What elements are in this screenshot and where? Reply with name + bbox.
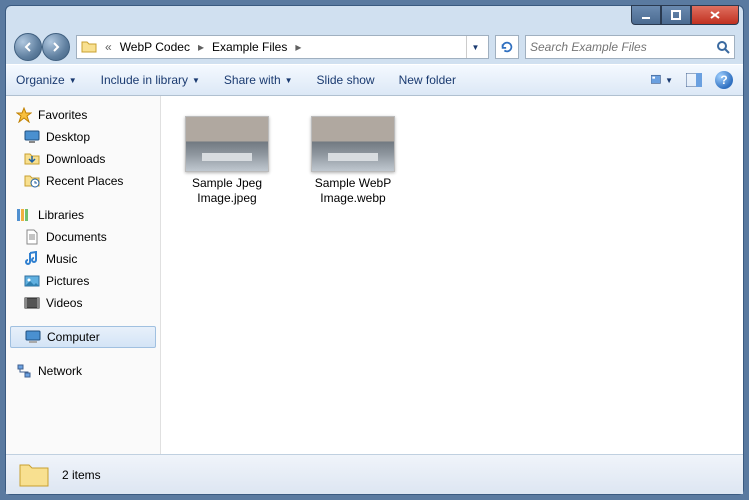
desktop-icon: [24, 129, 40, 145]
folder-icon: [18, 461, 50, 489]
downloads-icon: [24, 151, 40, 167]
music-icon: [24, 251, 40, 267]
network-icon: [16, 363, 32, 379]
include-library-menu[interactable]: Include in library▼: [101, 73, 200, 87]
details-pane: 2 items: [6, 454, 743, 494]
computer-icon: [25, 329, 41, 345]
sidebar-desktop[interactable]: Desktop: [6, 126, 160, 148]
preview-pane-button[interactable]: [683, 69, 705, 91]
address-dropdown[interactable]: ▼: [466, 36, 484, 58]
nav-buttons: [14, 33, 70, 61]
sidebar-music[interactable]: Music: [6, 248, 160, 270]
explorer-window: « WebP Codec ▸ Example Files ▸ ▼ Organiz…: [5, 5, 744, 495]
sidebar-network[interactable]: Network: [6, 360, 160, 382]
close-button[interactable]: [691, 5, 739, 25]
organize-menu[interactable]: Organize▼: [16, 73, 77, 87]
sidebar-computer[interactable]: Computer: [10, 326, 156, 348]
new-folder-button[interactable]: New folder: [399, 73, 456, 87]
refresh-button[interactable]: [495, 35, 519, 59]
thumbnail-image: [185, 116, 269, 172]
title-bar[interactable]: [6, 6, 743, 30]
item-count: 2 items: [62, 468, 101, 482]
window-controls: [631, 5, 739, 25]
address-bar[interactable]: « WebP Codec ▸ Example Files ▸ ▼: [76, 35, 489, 59]
sidebar-documents[interactable]: Documents: [6, 226, 160, 248]
recent-icon: [24, 173, 40, 189]
search-box[interactable]: [525, 35, 735, 59]
sidebar-favorites-header[interactable]: Favorites: [6, 104, 160, 126]
star-icon: [16, 107, 32, 123]
libraries-icon: [16, 207, 32, 223]
document-icon: [24, 229, 40, 245]
share-with-menu[interactable]: Share with▼: [224, 73, 293, 87]
main-area: Favorites Desktop Downloads Recent Place…: [6, 96, 743, 454]
back-button[interactable]: [14, 33, 42, 61]
view-options-button[interactable]: ▼: [651, 69, 673, 91]
sidebar-libraries-header[interactable]: Libraries: [6, 204, 160, 226]
sidebar-pictures[interactable]: Pictures: [6, 270, 160, 292]
minimize-button[interactable]: [631, 5, 661, 25]
navigation-pane: Favorites Desktop Downloads Recent Place…: [6, 96, 161, 454]
breadcrumb-prefix: «: [101, 40, 116, 54]
chevron-right-icon: ▸: [291, 40, 305, 54]
breadcrumb-item[interactable]: Example Files: [212, 40, 287, 54]
search-icon: [716, 40, 730, 54]
search-input[interactable]: [530, 40, 716, 54]
file-item[interactable]: Sample WebPImage.webp: [305, 116, 401, 206]
file-item[interactable]: Sample JpegImage.jpeg: [179, 116, 275, 206]
sidebar-recent-places[interactable]: Recent Places: [6, 170, 160, 192]
file-list[interactable]: Sample JpegImage.jpeg Sample WebPImage.w…: [161, 96, 743, 454]
pictures-icon: [24, 273, 40, 289]
file-name: Sample WebPImage.webp: [315, 176, 391, 206]
breadcrumb-item[interactable]: WebP Codec: [120, 40, 190, 54]
file-name: Sample JpegImage.jpeg: [192, 176, 262, 206]
chevron-right-icon: ▸: [194, 40, 208, 54]
videos-icon: [24, 295, 40, 311]
help-button[interactable]: ?: [715, 71, 733, 89]
sidebar-videos[interactable]: Videos: [6, 292, 160, 314]
navigation-row: « WebP Codec ▸ Example Files ▸ ▼: [6, 30, 743, 64]
maximize-button[interactable]: [661, 5, 691, 25]
command-bar: Organize▼ Include in library▼ Share with…: [6, 64, 743, 96]
thumbnail-image: [311, 116, 395, 172]
sidebar-downloads[interactable]: Downloads: [6, 148, 160, 170]
forward-button[interactable]: [42, 33, 70, 61]
slideshow-button[interactable]: Slide show: [317, 73, 375, 87]
folder-icon: [81, 39, 97, 55]
